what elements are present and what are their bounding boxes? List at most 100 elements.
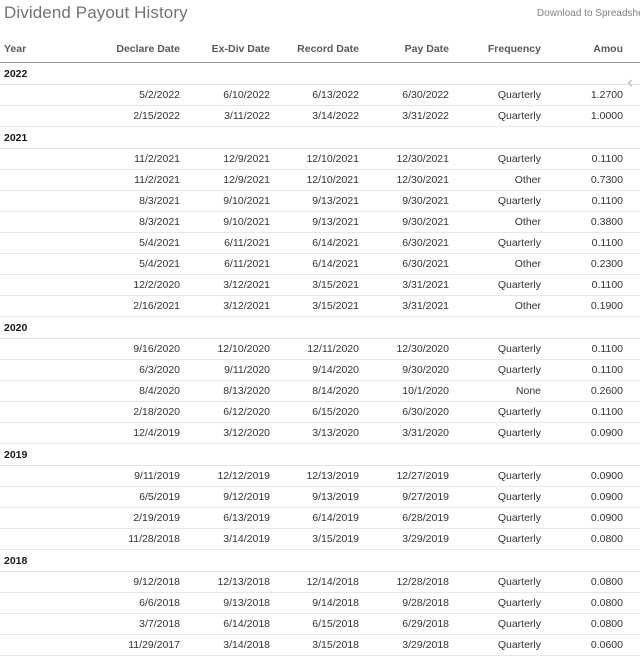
- cell-amount: 0.0800: [541, 613, 640, 635]
- cell-pay-date: 9/27/2019: [359, 486, 449, 508]
- column-header-amount[interactable]: Amou: [541, 34, 640, 63]
- cell-ex-div-date: 3/11/2022: [180, 105, 270, 127]
- cell-ex-div-date: 3/12/2021: [180, 295, 270, 317]
- cell-ex-div-date: 6/11/2021: [180, 253, 270, 275]
- table-row: 2/18/2020 6/12/2020 6/15/2020 6/30/2020 Quar…: [0, 401, 640, 423]
- table-row: 9/16/2020 12/10/2020 12/11/2020 12/30/2020 Q…: [0, 338, 640, 360]
- cell-ex-div-date: 6/12/2020: [180, 401, 270, 423]
- cell-record-date: 3/13/2020: [270, 422, 359, 444]
- cell-declare-date: 6/5/2019: [100, 486, 180, 508]
- year-group-label: 2021: [0, 126, 640, 149]
- cell-ex-div-date: 12/9/2021: [180, 148, 270, 170]
- column-header-record-date[interactable]: Record Date: [270, 34, 359, 63]
- cell-year-spacer: [0, 613, 100, 635]
- cell-declare-date: 5/2/2022: [100, 84, 180, 106]
- cell-pay-date: 3/31/2021: [359, 274, 449, 296]
- chevron-left-icon[interactable]: ‹: [623, 74, 637, 92]
- table-row: 8/3/2021 9/10/2021 9/13/2021 9/30/2021 Other…: [0, 211, 640, 233]
- download-to-spreadsheet-link[interactable]: Download to Spreadsheet: [537, 8, 640, 19]
- cell-record-date: 6/14/2019: [270, 507, 359, 529]
- cell-pay-date: 12/27/2019: [359, 465, 449, 487]
- table-header: Year Declare Date Ex-Div Date Record Dat…: [0, 34, 640, 63]
- cell-frequency: Quarterly: [449, 634, 541, 656]
- cell-record-date: 12/10/2021: [270, 148, 359, 170]
- cell-declare-date: 8/3/2021: [100, 211, 180, 233]
- column-header-declare-date[interactable]: Declare Date: [100, 34, 180, 63]
- cell-year-spacer: [0, 274, 100, 296]
- year-group-row: 2019: [0, 443, 640, 466]
- cell-ex-div-date: 6/11/2021: [180, 232, 270, 254]
- cell-ex-div-date: 9/11/2020: [180, 359, 270, 381]
- table-body: 2022 5/2/2022 6/10/2022 6/13/2022 6/30/2022 Q…: [0, 62, 640, 656]
- cell-frequency: Quarterly: [449, 148, 541, 170]
- cell-frequency: Quarterly: [449, 190, 541, 212]
- table-row: 12/2/2020 3/12/2021 3/15/2021 3/31/2021 Quar…: [0, 274, 640, 296]
- cell-declare-date: 11/28/2018: [100, 528, 180, 550]
- cell-frequency: Other: [449, 211, 541, 233]
- cell-declare-date: 5/4/2021: [100, 253, 180, 275]
- table-row: 6/6/2018 9/13/2018 9/14/2018 9/28/2018 Quart…: [0, 592, 640, 614]
- cell-year-spacer: [0, 528, 100, 550]
- cell-frequency: Other: [449, 169, 541, 191]
- cell-year-spacer: [0, 295, 100, 317]
- cell-frequency: Quarterly: [449, 338, 541, 360]
- table-row: 5/4/2021 6/11/2021 6/14/2021 6/30/2021 Quart…: [0, 232, 640, 254]
- cell-record-date: 3/15/2019: [270, 528, 359, 550]
- cell-ex-div-date: 9/10/2021: [180, 190, 270, 212]
- cell-pay-date: 3/29/2018: [359, 634, 449, 656]
- cell-pay-date: 9/30/2021: [359, 211, 449, 233]
- cell-amount: 0.0600: [541, 634, 640, 656]
- table-row: 9/12/2018 12/13/2018 12/14/2018 12/28/2018 Q…: [0, 571, 640, 593]
- cell-frequency: Quarterly: [449, 528, 541, 550]
- cell-pay-date: 6/28/2019: [359, 507, 449, 529]
- cell-ex-div-date: 9/13/2018: [180, 592, 270, 614]
- cell-amount: 1.0000: [541, 105, 640, 127]
- cell-record-date: 12/11/2020: [270, 338, 359, 360]
- column-header-frequency[interactable]: Frequency: [449, 34, 541, 63]
- cell-year-spacer: [0, 232, 100, 254]
- cell-frequency: Quarterly: [449, 613, 541, 635]
- panel-header: Dividend Payout History Download to Spre…: [0, 0, 640, 34]
- cell-pay-date: 12/30/2021: [359, 148, 449, 170]
- year-group-row: 2020: [0, 316, 640, 339]
- cell-pay-date: 3/31/2022: [359, 105, 449, 127]
- table-row: 8/3/2021 9/10/2021 9/13/2021 9/30/2021 Quart…: [0, 190, 640, 212]
- table-row: 6/3/2020 9/11/2020 9/14/2020 9/30/2020 Quart…: [0, 359, 640, 381]
- cell-declare-date: 3/7/2018: [100, 613, 180, 635]
- cell-amount: 0.1100: [541, 274, 640, 296]
- cell-frequency: Quarterly: [449, 486, 541, 508]
- cell-amount: 0.7300: [541, 169, 640, 191]
- cell-year-spacer: [0, 486, 100, 508]
- cell-declare-date: 2/15/2022: [100, 105, 180, 127]
- cell-pay-date: 12/30/2021: [359, 169, 449, 191]
- cell-record-date: 12/14/2018: [270, 571, 359, 593]
- table-row: 9/11/2019 12/12/2019 12/13/2019 12/27/2019 Q…: [0, 465, 640, 487]
- table-row: 6/5/2019 9/12/2019 9/13/2019 9/27/2019 Quart…: [0, 486, 640, 508]
- cell-amount: 0.1100: [541, 338, 640, 360]
- cell-year-spacer: [0, 169, 100, 191]
- column-header-ex-div-date[interactable]: Ex-Div Date: [180, 34, 270, 63]
- cell-declare-date: 11/2/2021: [100, 169, 180, 191]
- year-group-label: 2019: [0, 443, 640, 466]
- table-row: 11/2/2021 12/9/2021 12/10/2021 12/30/2021 Ot…: [0, 169, 640, 191]
- cell-frequency: Quarterly: [449, 465, 541, 487]
- cell-pay-date: 6/30/2021: [359, 232, 449, 254]
- cell-frequency: Quarterly: [449, 274, 541, 296]
- cell-declare-date: 12/4/2019: [100, 422, 180, 444]
- cell-declare-date: 5/4/2021: [100, 232, 180, 254]
- cell-amount: 0.0900: [541, 486, 640, 508]
- cell-year-spacer: [0, 105, 100, 127]
- cell-frequency: Quarterly: [449, 84, 541, 106]
- column-header-year[interactable]: Year: [0, 34, 100, 63]
- cell-amount: 0.3800: [541, 211, 640, 233]
- cell-pay-date: 3/29/2019: [359, 528, 449, 550]
- cell-record-date: 6/13/2022: [270, 84, 359, 106]
- cell-declare-date: 9/16/2020: [100, 338, 180, 360]
- cell-ex-div-date: 12/13/2018: [180, 571, 270, 593]
- cell-ex-div-date: 9/12/2019: [180, 486, 270, 508]
- cell-year-spacer: [0, 401, 100, 423]
- table-row: 5/4/2021 6/11/2021 6/14/2021 6/30/2021 Other…: [0, 253, 640, 275]
- column-header-pay-date[interactable]: Pay Date: [359, 34, 449, 63]
- dividend-history-panel: Dividend Payout History Download to Spre…: [0, 0, 640, 661]
- cell-frequency: Quarterly: [449, 359, 541, 381]
